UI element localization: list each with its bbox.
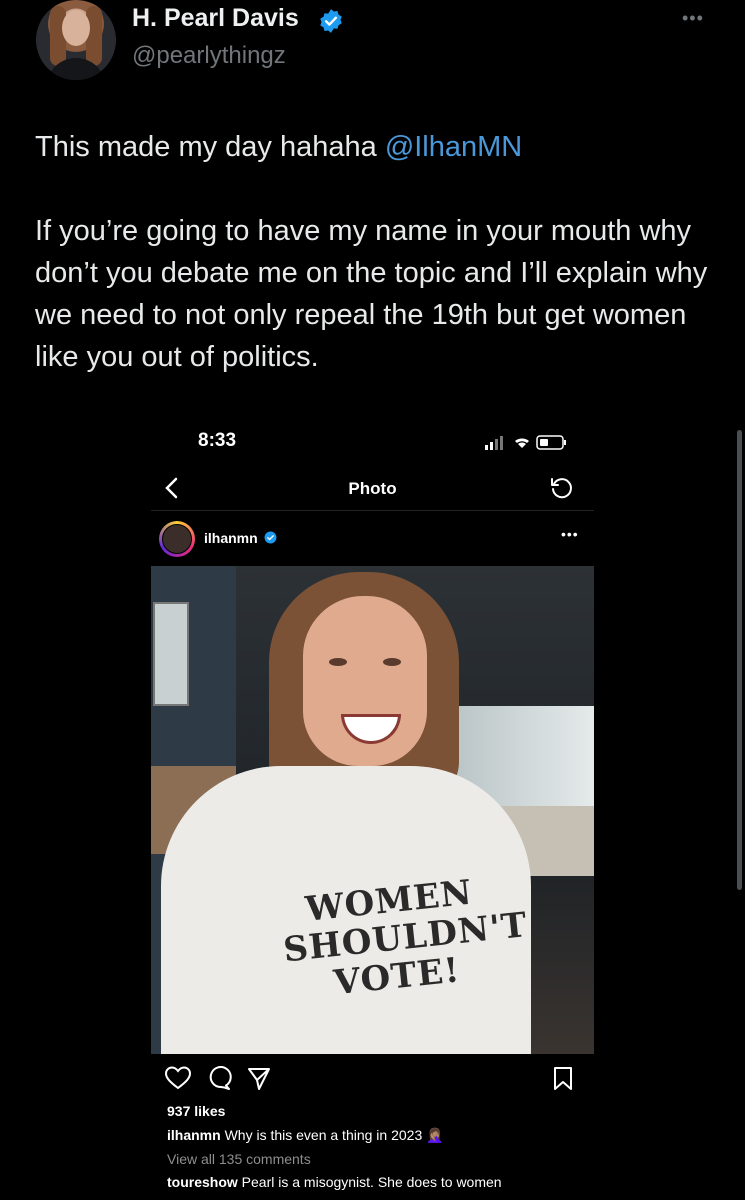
share-icon — [248, 1068, 270, 1090]
mention-link[interactable]: @IlhanMN — [385, 131, 522, 163]
post-photo[interactable]: WOMEN SHOULDN'T VOTE! — [151, 566, 594, 1054]
tweet-line-1-text: This made my day hahaha — [35, 131, 385, 163]
verified-badge-icon — [264, 531, 277, 544]
scrollbar[interactable] — [737, 430, 742, 890]
photo-eye — [329, 658, 347, 666]
header-divider — [151, 510, 594, 511]
comment-preview: toureshow Pearl is a misogynist. She doe… — [167, 1174, 502, 1190]
tweet-paragraph-2: If you’re going to have my name in your … — [35, 215, 708, 373]
post-author-avatar[interactable] — [159, 521, 195, 557]
signal-icon — [485, 436, 503, 450]
tweet-text: This made my day hahaha @IlhanMN If you’… — [35, 126, 715, 378]
comment-icon — [209, 1066, 232, 1090]
save-bookmark-icon — [554, 1067, 572, 1090]
post-username[interactable]: ilhanmn — [204, 530, 258, 546]
photo-header-title: Photo — [348, 479, 397, 498]
photo-eye — [383, 658, 401, 666]
post-action-bar — [165, 1066, 572, 1090]
embedded-instagram-screenshot[interactable]: 8:33 Photo ilhanmn ••• WOMEN SHOULDN'T V… — [151, 420, 594, 1200]
refresh-icon[interactable] — [549, 476, 573, 500]
comment-text: Pearl is a misogynist. She does to women — [241, 1174, 502, 1190]
post-caption: ilhanmn Why is this even a thing in 2023… — [167, 1127, 444, 1144]
more-options-icon[interactable]: ••• — [682, 8, 704, 29]
view-all-comments-link[interactable]: View all 135 comments — [167, 1151, 311, 1167]
battery-icon — [536, 435, 566, 450]
post-more-icon[interactable]: ••• — [561, 526, 579, 542]
like-heart-icon — [165, 1066, 192, 1090]
caption-emoji: 🤦🏽‍♀️ — [426, 1127, 444, 1143]
likes-count[interactable]: 937 likes — [167, 1103, 225, 1119]
photo-notice-board — [153, 602, 189, 706]
caption-username[interactable]: ilhanmn — [167, 1127, 221, 1143]
tweet-line-1: This made my day hahaha @IlhanMN — [35, 126, 715, 168]
comment-username[interactable]: toureshow — [167, 1174, 238, 1190]
verified-badge-icon — [320, 9, 342, 33]
avatar-face — [62, 10, 90, 46]
status-bar-icons — [485, 435, 566, 450]
wifi-icon — [515, 438, 529, 448]
author-handle[interactable]: @pearlythingz — [132, 42, 286, 70]
caption-text: Why is this even a thing in 2023 — [224, 1127, 423, 1143]
status-bar-time: 8:33 — [198, 430, 237, 451]
author-name[interactable]: H. Pearl Davis — [132, 4, 299, 33]
shirt-text: WOMEN SHOULDN'T VOTE! — [278, 871, 530, 1007]
author-avatar[interactable] — [36, 0, 116, 80]
